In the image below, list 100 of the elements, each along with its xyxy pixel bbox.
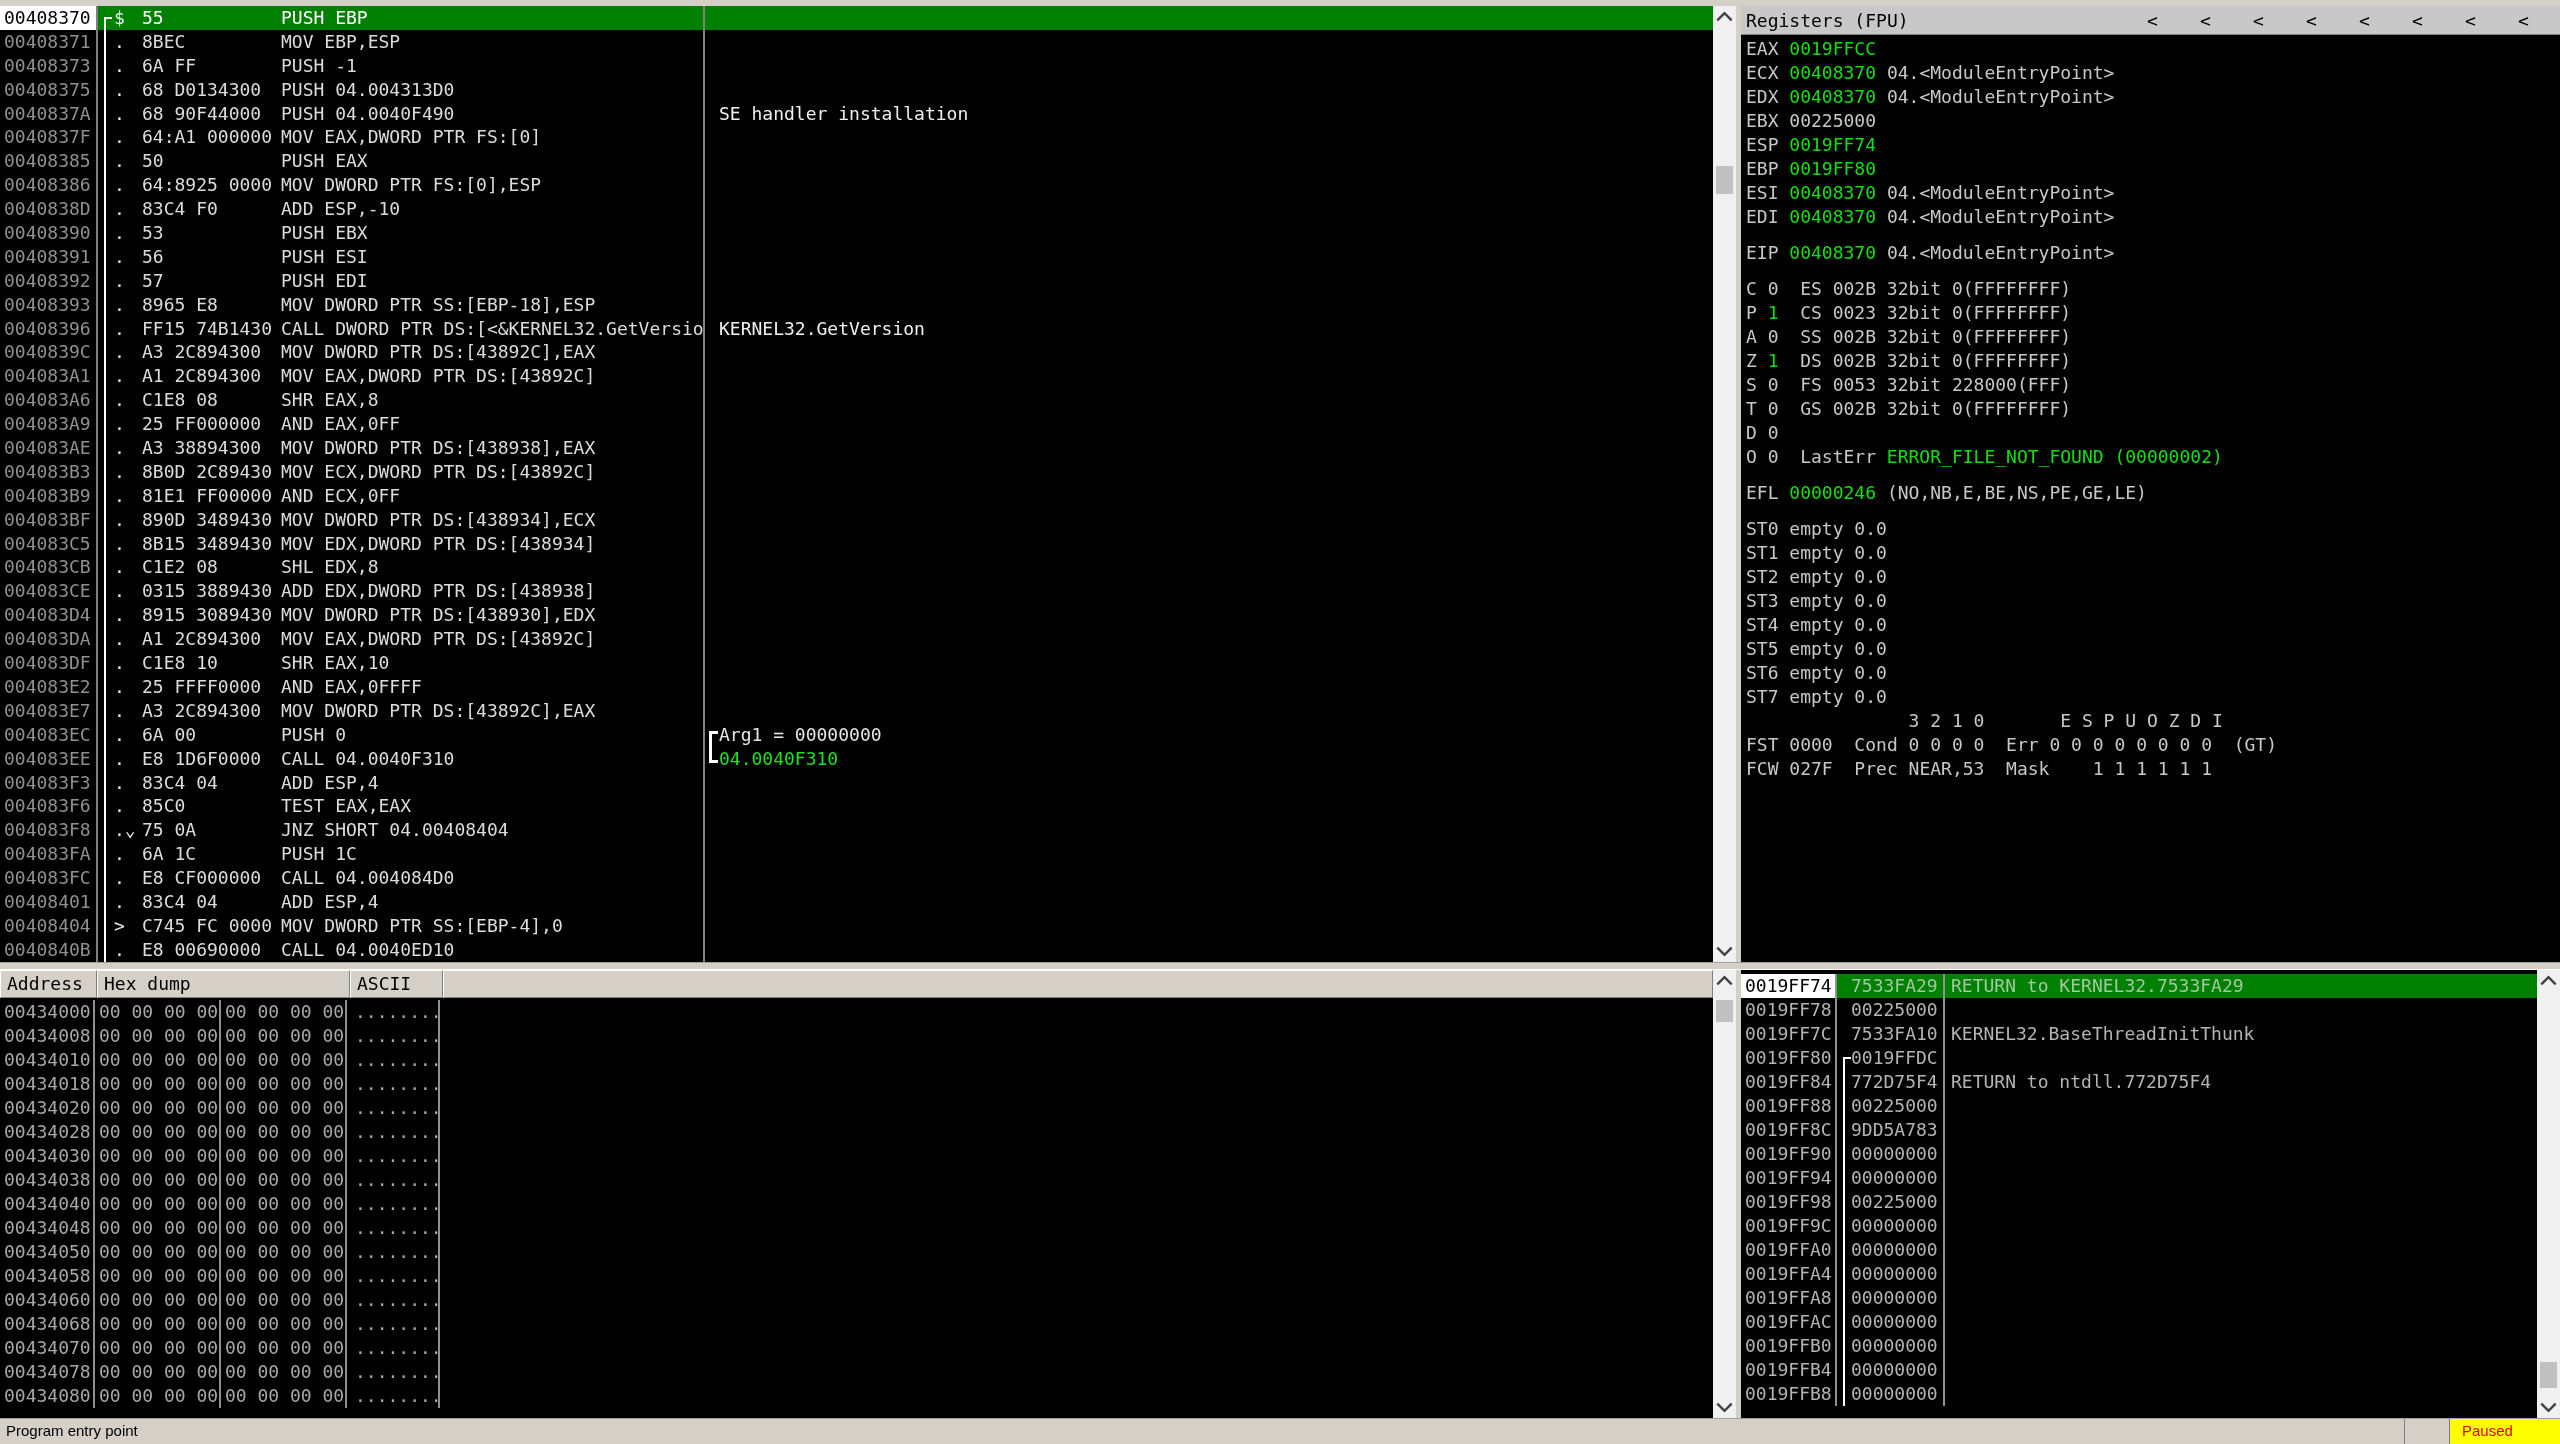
hex-cell-text: 25 FF000000 <box>142 412 263 437</box>
stack-row[interactable]: 0019FF8C 9DD5A783 <box>1741 1118 2537 1142</box>
code-row[interactable]: 004083A1 . A1 2C894300 MOV EAX,DWORD PTR DS:[43892C] <box>0 364 1713 389</box>
hex-cell: 00 00 00 00 <box>95 1384 221 1408</box>
code-row[interactable]: 00408396 . FF15 74B1430 CALL DWORD PTR DS:[<&KERNEL32.GetVersio KERNEL32.GetVersion <box>0 316 1713 341</box>
address-cell: 00408390 <box>0 221 98 245</box>
scrollbar-thumb[interactable] <box>2540 1362 2557 1388</box>
arrow-button[interactable]: < <box>2285 7 2338 33</box>
arrow-button[interactable]: < <box>2179 7 2232 33</box>
stack-row[interactable]: 0019FFA0 00000000 <box>1741 1238 2537 1262</box>
comment-cell-text: KERNEL32.BaseThreadInitThunk <box>1950 1022 2255 1046</box>
code-row[interactable]: 00408371 . 8BEC MOV EBP,ESP <box>0 29 1713 54</box>
scrollbar-thumb[interactable] <box>1716 1000 1733 1022</box>
marker-cell: . <box>114 125 125 150</box>
column-header[interactable]: ASCII <box>350 970 443 998</box>
hex-cell-text: FF15 74B1430 <box>142 316 274 341</box>
code-row[interactable]: 004083BF . 890D 3489430 MOV DWORD PTR DS:[438934],ECX <box>0 507 1713 532</box>
arrow-button[interactable]: < <box>2497 7 2550 33</box>
marker-cell: . <box>114 101 125 126</box>
column-header[interactable]: Hex dump <box>97 970 350 998</box>
code-row[interactable]: 00408385 . 50 PUSH EAX <box>0 149 1713 174</box>
hex-cell-text: 55 <box>142 6 165 30</box>
code-row[interactable]: 004083F8 .⌄ 75 0A JNZ SHORT 04.00408404 <box>0 818 1713 843</box>
arrow-button[interactable]: < <box>2444 7 2497 33</box>
arrow-button[interactable]: < <box>2126 7 2179 33</box>
code-row[interactable]: 00408392 . 57 PUSH EDI <box>0 268 1713 293</box>
code-row[interactable]: 004083F6 . 85C0 TEST EAX,EAX <box>0 794 1713 819</box>
code-row[interactable]: 004083B3 . 8B0D 2C89430 MOV ECX,DWORD PTR DS:[43892C] <box>0 459 1713 484</box>
marker-cell: . <box>114 364 125 389</box>
code-row[interactable]: 00408401 . 83C4 04 ADD ESP,4 <box>0 889 1713 914</box>
value-cell: 772D75F4 <box>1851 1070 1938 1094</box>
arrow-button[interactable]: < <box>2391 7 2444 33</box>
hex-cell: 00 00 00 00 <box>95 1264 221 1288</box>
stack-row[interactable]: 0019FF98 00225000 <box>1741 1190 2537 1214</box>
register-name: ST0 <box>1746 517 1780 541</box>
stack-row[interactable]: 0019FF84 772D75F4 RETURN to ntdll.772D75F4 <box>1741 1070 2537 1094</box>
code-row[interactable]: 004083B9 . 81E1 FF00000 AND ECX,0FF <box>0 483 1713 508</box>
code-row[interactable]: 004083CE . 0315 3889430 ADD EDX,DWORD PTR DS:[438938] <box>0 579 1713 604</box>
register-value: 00408370 <box>1789 85 1877 109</box>
flag-value: 1 <box>1767 349 1780 373</box>
code-row[interactable]: 00408373 . 6A FF PUSH -1 <box>0 53 1713 78</box>
arrow-button[interactable]: < <box>2232 7 2285 33</box>
ascii-cell: ........ <box>347 1240 440 1264</box>
stack-row[interactable]: 0019FFA8 00000000 <box>1741 1286 2537 1310</box>
stack-row[interactable]: 0019FFA4 00000000 <box>1741 1262 2537 1286</box>
code-row[interactable]: 004083C5 . 8B15 3489430 MOV EDX,DWORD PTR DS:[438934] <box>0 531 1713 556</box>
code-row[interactable]: 0040837F . 64:A1 000000 MOV EAX,DWORD PTR FS:[0] <box>0 125 1713 150</box>
column-header[interactable]: Address <box>0 970 97 998</box>
code-row[interactable]: 004083A9 . 25 FF000000 AND EAX,0FF <box>0 412 1713 437</box>
code-row[interactable]: 00408391 . 56 PUSH ESI <box>0 244 1713 269</box>
code-row[interactable]: 004083FC . E8 CF000000 CALL 04.004084D0 <box>0 866 1713 890</box>
code-row[interactable]: 0040837A . 68 90F44000 PUSH 04.0040F490 SE handler installation <box>0 101 1713 126</box>
code-row[interactable]: 004083FA . 6A 1C PUSH 1C <box>0 842 1713 867</box>
code-row[interactable]: 004083A6 . C1E8 08 SHR EAX,8 <box>0 388 1713 413</box>
code-row[interactable]: 0040839C . A3 2C894300 MOV DWORD PTR DS:[43892C],EAX <box>0 340 1713 365</box>
scrollbar[interactable] <box>1713 6 1736 962</box>
code-row[interactable]: 004083DF . C1E8 10 SHR EAX,10 <box>0 651 1713 675</box>
code-row[interactable]: 00408404 > C745 FC 0000 MOV DWORD PTR SS:[EBP-4],0 <box>0 913 1713 938</box>
code-row[interactable]: 004083D4 . 8915 3089430 MOV DWORD PTR DS:[438930],EDX <box>0 603 1713 628</box>
code-row[interactable]: 00408386 . 64:8925 0000 MOV DWORD PTR FS:[0],ESP <box>0 173 1713 198</box>
code-row[interactable]: 00408375 . 68 D0134300 PUSH 04.004313D0 <box>0 77 1713 102</box>
stack-row[interactable]: 0019FF94 00000000 <box>1741 1166 2537 1190</box>
code-row[interactable]: 0040838D . 83C4 F0 ADD ESP,-10 <box>0 197 1713 221</box>
ascii-cell: ........ <box>347 1216 440 1240</box>
stack-row[interactable]: 0019FF80 0019FFDC <box>1741 1046 2537 1070</box>
code-row[interactable]: 004083AE . A3 38894300 MOV DWORD PTR DS:[438938],EAX <box>0 436 1713 460</box>
hex-cell-text: 50 <box>142 149 165 174</box>
scrollbar[interactable] <box>1713 970 1736 1418</box>
marker-cell: . <box>114 746 125 771</box>
hex-cell: 00 00 00 00 <box>95 1312 221 1336</box>
code-row[interactable]: 004083EE . E8 1D6F0000 CALL 04.0040F310 04.0040F310 <box>0 746 1713 771</box>
stack-row[interactable]: 0019FFB8 00000000 <box>1741 1382 2537 1406</box>
instruction-cell: MOV DWORD PTR DS:[43892C],EAX <box>281 340 705 365</box>
code-row[interactable]: 004083EC . 6A 00 PUSH 0 Arg1 = 00000000 <box>0 722 1713 747</box>
marker-cell: . <box>114 722 125 747</box>
code-row[interactable]: 004083E2 . 25 FFFF0000 AND EAX,0FFFF <box>0 674 1713 699</box>
code-row[interactable]: 004083F3 . 83C4 04 ADD ESP,4 <box>0 770 1713 795</box>
stack-row[interactable]: 0019FF7C 7533FA10 KERNEL32.BaseThreadInitThunk <box>1741 1022 2537 1046</box>
stack-row[interactable]: 0019FF78 00225000 <box>1741 998 2537 1022</box>
stack-row[interactable]: 0019FF88 00225000 <box>1741 1094 2537 1118</box>
stack-row[interactable]: 0019FFB4 00000000 <box>1741 1358 2537 1382</box>
stack-row[interactable]: 0019FF9C 00000000 <box>1741 1214 2537 1238</box>
instruction-cell: MOV ECX,DWORD PTR DS:[43892C] <box>281 459 705 484</box>
code-row[interactable]: 004083CB . C1E2 08 SHL EDX,8 <box>0 555 1713 580</box>
stack-row[interactable]: 0019FFAC 00000000 <box>1741 1310 2537 1334</box>
flag-value: 0 <box>1767 445 1780 469</box>
code-row[interactable]: 00408370 $ 55 PUSH EBP <box>0 6 1713 30</box>
instruction-cell: PUSH EBX <box>281 221 705 245</box>
stack-row[interactable]: 0019FF74 7533FA29 RETURN to KERNEL32.7533FA29 <box>1741 974 2537 998</box>
stack-row[interactable]: 0019FFB0 00000000 <box>1741 1334 2537 1358</box>
code-row[interactable]: 00408393 . 8965 E8 MOV DWORD PTR SS:[EBP-18],ESP <box>0 292 1713 317</box>
arrow-button[interactable]: < <box>2338 7 2391 33</box>
register-comment: 04.<ModuleEntryPoint> <box>1886 85 2115 109</box>
code-row[interactable]: 004083E7 . A3 2C894300 MOV DWORD PTR DS:[43892C],EAX <box>0 698 1713 723</box>
code-row[interactable]: 00408390 . 53 PUSH EBX <box>0 221 1713 245</box>
code-row[interactable]: 004083DA . A1 2C894300 MOV EAX,DWORD PTR DS:[43892C] <box>0 627 1713 652</box>
scrollbar-thumb[interactable] <box>1716 166 1733 194</box>
scrollbar[interactable] <box>2537 970 2560 1418</box>
stack-row[interactable]: 0019FF90 00000000 <box>1741 1142 2537 1166</box>
instruction-cell: AND EAX,0FF <box>281 412 705 437</box>
